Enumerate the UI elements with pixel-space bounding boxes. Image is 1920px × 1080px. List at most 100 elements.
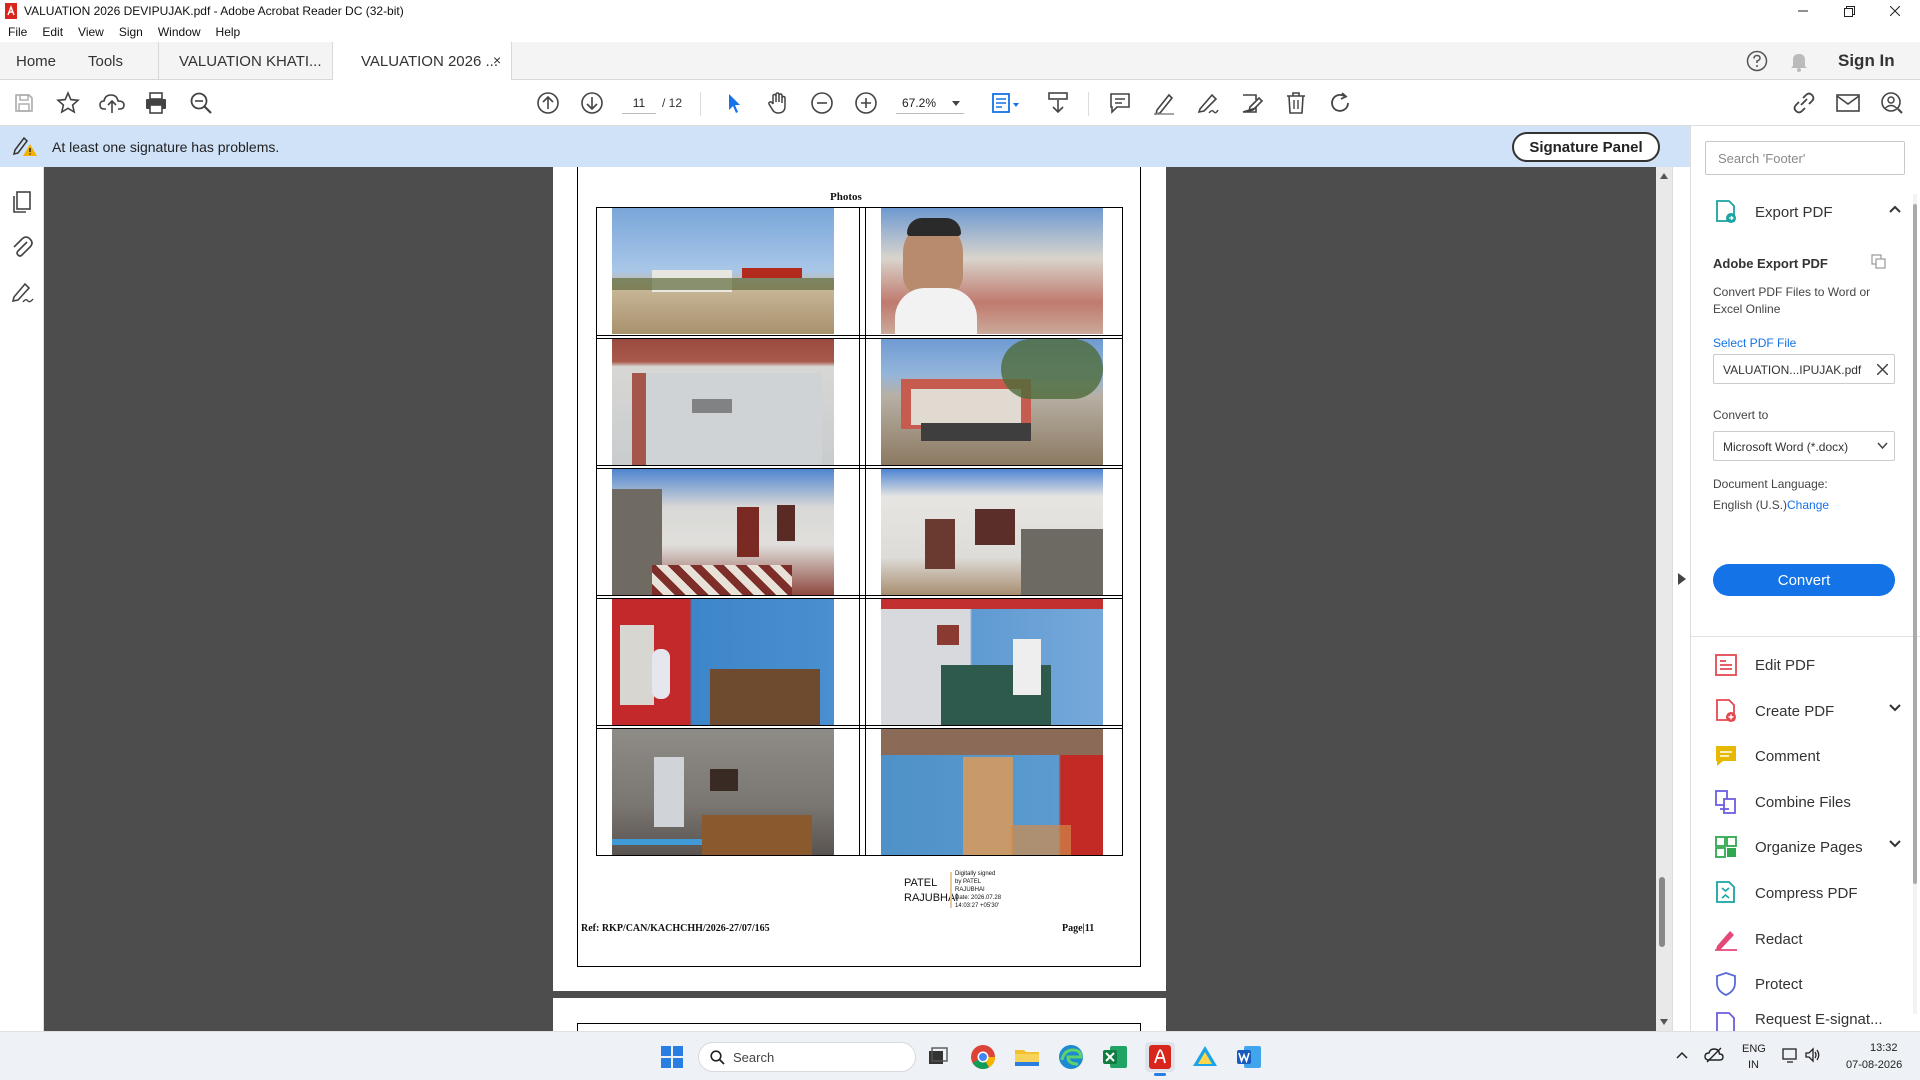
site-photo-2 bbox=[881, 208, 1103, 334]
export-pdf-header[interactable]: Export PDF bbox=[1713, 194, 1903, 230]
onedrive-cloud-icon[interactable] bbox=[1704, 1046, 1724, 1064]
zoom-out-button[interactable] bbox=[808, 89, 836, 117]
save-button[interactable] bbox=[10, 89, 38, 117]
scrollbar-thumb[interactable] bbox=[1659, 877, 1665, 947]
menu-sign[interactable]: Sign bbox=[111, 22, 150, 39]
show-hidden-icons-chevron-icon[interactable] bbox=[1676, 1051, 1688, 1059]
previous-page-button[interactable] bbox=[534, 89, 562, 117]
export-pdf-icon bbox=[1716, 200, 1736, 223]
menu-view[interactable]: View bbox=[70, 22, 111, 39]
scroll-down-arrow-icon[interactable] bbox=[1660, 1019, 1668, 1025]
tool-redact[interactable]: Redact bbox=[1713, 921, 1903, 957]
file-explorer-taskbar-button[interactable] bbox=[1012, 1042, 1042, 1072]
scroll-mode-button[interactable] bbox=[1044, 89, 1072, 117]
word-taskbar-button[interactable] bbox=[1234, 1042, 1264, 1072]
windows-start-icon[interactable] bbox=[660, 1045, 684, 1069]
draw-signature-button[interactable] bbox=[1194, 89, 1222, 117]
tool-compress-pdf[interactable]: Compress PDF bbox=[1713, 875, 1903, 911]
expand-right-pane-icon[interactable] bbox=[1678, 573, 1686, 585]
right-pane-scrollbar[interactable] bbox=[1913, 194, 1917, 1014]
document-language-label: Document Language: bbox=[1713, 477, 1828, 491]
signatures-pane-icon[interactable] bbox=[9, 279, 35, 305]
tab-home[interactable]: Home bbox=[16, 42, 80, 80]
select-pdf-file-link[interactable]: Select PDF File bbox=[1713, 336, 1796, 350]
attachments-paperclip-icon[interactable] bbox=[9, 234, 35, 260]
document-viewer[interactable]: Photos PATEL RAJUBHAI Digitally signed b… bbox=[44, 167, 1690, 1031]
change-language-link[interactable]: Change bbox=[1787, 498, 1829, 512]
page-number-input[interactable]: 11 bbox=[622, 92, 656, 114]
convert-button[interactable]: Convert bbox=[1713, 564, 1895, 596]
notifications-bell-icon[interactable] bbox=[1789, 50, 1809, 72]
digital-signature-details[interactable]: Digitally signed by PATEL RAJUBHAI Date:… bbox=[955, 870, 1001, 910]
tool-organize-pages[interactable]: Organize Pages bbox=[1713, 829, 1903, 865]
next-page-button[interactable] bbox=[578, 89, 606, 117]
pdf-page-12 bbox=[553, 998, 1166, 1031]
copy-link-icon[interactable] bbox=[1871, 254, 1887, 270]
find-user-button[interactable] bbox=[1878, 89, 1906, 117]
email-button[interactable] bbox=[1834, 89, 1862, 117]
tool-comment[interactable]: Comment bbox=[1713, 738, 1903, 774]
input-language[interactable]: ENG bbox=[1742, 1043, 1766, 1055]
print-button[interactable] bbox=[142, 89, 170, 117]
menu-window[interactable]: Window bbox=[150, 22, 208, 39]
upload-cloud-button[interactable] bbox=[98, 89, 126, 117]
tab-document-1[interactable]: VALUATION KHATI... bbox=[158, 42, 332, 80]
trash-icon bbox=[1287, 92, 1305, 114]
tool-create-pdf[interactable]: Create PDF bbox=[1713, 693, 1903, 729]
select-tool-button[interactable] bbox=[720, 89, 748, 117]
clock-time[interactable]: 13:32 bbox=[1870, 1042, 1898, 1054]
menu-file[interactable]: File bbox=[0, 22, 34, 39]
pdf-page-11: Photos PATEL RAJUBHAI Digitally signed b… bbox=[553, 167, 1166, 991]
highlight-button[interactable] bbox=[1150, 89, 1178, 117]
bookmark-button[interactable] bbox=[54, 89, 82, 117]
edge-taskbar-button[interactable] bbox=[1056, 1042, 1086, 1072]
sign-in-link[interactable]: Sign In bbox=[1838, 51, 1895, 71]
hand-tool-button[interactable] bbox=[764, 89, 792, 117]
tool-protect[interactable]: Protect bbox=[1713, 966, 1903, 1002]
input-region[interactable]: IN bbox=[1748, 1059, 1759, 1071]
tools-search-input[interactable]: Search 'Footer' bbox=[1705, 141, 1905, 175]
fill-sign-button[interactable] bbox=[1238, 89, 1266, 117]
acrobat-taskbar-button[interactable] bbox=[1145, 1042, 1175, 1076]
network-icon[interactable] bbox=[1782, 1047, 1800, 1063]
chevron-down-icon[interactable] bbox=[1889, 704, 1901, 712]
rotate-button[interactable] bbox=[1326, 89, 1354, 117]
tool-edit-pdf[interactable]: Edit PDF bbox=[1713, 647, 1903, 683]
scroll-up-arrow-icon[interactable] bbox=[1660, 173, 1668, 179]
edit-pdf-icon bbox=[1715, 654, 1737, 676]
tab-tools[interactable]: Tools bbox=[88, 42, 158, 80]
tool-edit-pdf-label: Edit PDF bbox=[1755, 656, 1816, 674]
page-display-button[interactable] bbox=[988, 89, 1024, 117]
share-link-button[interactable] bbox=[1790, 89, 1818, 117]
chevron-down-icon[interactable] bbox=[1889, 840, 1901, 848]
tool-request-esignatures[interactable]: Request E-signat... bbox=[1713, 1011, 1903, 1031]
page-thumbnails-icon[interactable] bbox=[9, 189, 35, 215]
signature-panel-button[interactable]: Signature Panel bbox=[1512, 132, 1660, 162]
tab-document-2[interactable]: VALUATION 2026 ... × bbox=[332, 42, 512, 81]
task-view-button[interactable] bbox=[923, 1042, 953, 1072]
maximize-button[interactable] bbox=[1826, 0, 1872, 22]
excel-taskbar-button[interactable] bbox=[1100, 1042, 1130, 1072]
vertical-scrollbar[interactable] bbox=[1656, 167, 1672, 1031]
close-window-button[interactable] bbox=[1872, 0, 1918, 22]
zoom-level-select[interactable]: 67.2% bbox=[896, 92, 964, 114]
menu-edit[interactable]: Edit bbox=[34, 22, 70, 39]
volume-icon[interactable] bbox=[1804, 1047, 1822, 1063]
help-icon[interactable] bbox=[1746, 50, 1768, 72]
clock-date[interactable]: 07-08-2026 bbox=[1846, 1059, 1902, 1071]
menu-help[interactable]: Help bbox=[208, 22, 248, 39]
selected-file-field[interactable]: VALUATION...IPUJAK.pdf bbox=[1713, 354, 1895, 384]
clear-file-icon[interactable] bbox=[1877, 364, 1888, 375]
taskbar-search-box[interactable]: Search bbox=[698, 1042, 916, 1072]
tab-close-button[interactable]: × bbox=[493, 52, 501, 68]
chrome-taskbar-button[interactable] bbox=[968, 1042, 998, 1072]
convert-format-select[interactable]: Microsoft Word (*.docx) bbox=[1713, 431, 1895, 461]
drive-app-taskbar-button[interactable] bbox=[1190, 1042, 1220, 1072]
tool-combine-files[interactable]: Combine Files bbox=[1713, 784, 1903, 820]
right-pane-toggle[interactable] bbox=[1672, 167, 1690, 1031]
zoom-search-button[interactable] bbox=[187, 89, 215, 117]
delete-button[interactable] bbox=[1282, 89, 1310, 117]
zoom-in-button[interactable] bbox=[852, 89, 880, 117]
add-comment-button[interactable] bbox=[1106, 89, 1134, 117]
minimize-button[interactable] bbox=[1780, 0, 1826, 22]
